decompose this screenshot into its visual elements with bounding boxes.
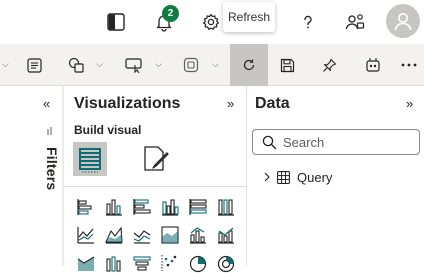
data-search-box[interactable] bbox=[252, 129, 420, 155]
fields-grid-icon bbox=[79, 148, 101, 173]
note-icon[interactable] bbox=[26, 44, 42, 86]
save-icon[interactable] bbox=[278, 44, 296, 86]
stacked-area-chart-icon[interactable] bbox=[132, 225, 152, 245]
paintbrush-page-icon bbox=[144, 146, 169, 171]
expand-visualizations-icon[interactable]: » bbox=[227, 96, 234, 111]
ribbon-chart-icon[interactable] bbox=[76, 253, 96, 273]
line-chart-icon[interactable] bbox=[76, 225, 96, 245]
100-percent-area-chart-icon[interactable] bbox=[160, 225, 180, 245]
build-visual-label: Build visual bbox=[74, 123, 142, 137]
data-pane: Data » Query bbox=[247, 86, 424, 266]
pie-chart-icon[interactable] bbox=[188, 253, 208, 273]
copilot-icon[interactable] bbox=[363, 44, 383, 86]
chevron-down-icon[interactable]: ⌵ bbox=[212, 59, 219, 70]
shapes-icon[interactable] bbox=[66, 44, 86, 86]
more-icon[interactable] bbox=[399, 44, 419, 86]
sidebar-toggle-icon[interactable] bbox=[104, 10, 128, 34]
gear-icon[interactable] bbox=[199, 10, 223, 34]
chevron-right-icon[interactable] bbox=[263, 172, 271, 182]
chevron-down-icon[interactable]: ⌵ bbox=[155, 59, 162, 70]
refresh-icon[interactable] bbox=[240, 44, 258, 86]
avatar[interactable] bbox=[386, 4, 420, 38]
line-and-stacked-column-icon[interactable] bbox=[188, 225, 208, 245]
visual-icon[interactable] bbox=[182, 44, 200, 86]
visualizations-pane: Visualizations » Build visual bbox=[64, 86, 247, 273]
clustered-column-chart-icon[interactable] bbox=[160, 197, 180, 217]
chevron-down-icon[interactable]: ⌵ bbox=[2, 59, 9, 70]
funnel-chart-icon[interactable] bbox=[132, 253, 152, 273]
buttons-icon[interactable] bbox=[124, 44, 144, 86]
collapse-filters-icon[interactable]: « bbox=[43, 96, 50, 111]
visualizations-title: Visualizations bbox=[74, 95, 181, 112]
scatter-chart-icon[interactable] bbox=[160, 253, 180, 273]
table-icon bbox=[277, 170, 290, 184]
area-chart-icon[interactable] bbox=[104, 225, 124, 245]
filter-funnel-icon bbox=[47, 127, 52, 135]
refresh-tooltip: Refresh bbox=[223, 2, 275, 32]
donut-chart-icon[interactable] bbox=[216, 253, 236, 273]
notification-badge: 2 bbox=[162, 5, 179, 22]
tree-item-label: Query bbox=[297, 169, 333, 185]
stacked-bar-chart-icon[interactable] bbox=[76, 197, 96, 217]
build-visual-tab[interactable] bbox=[73, 142, 107, 176]
100-percent-bar-chart-icon[interactable] bbox=[188, 197, 208, 217]
share-people-icon[interactable] bbox=[343, 10, 367, 34]
stacked-column-chart-icon[interactable] bbox=[104, 197, 124, 217]
100-percent-column-chart-icon[interactable] bbox=[216, 197, 236, 217]
filters-label[interactable]: Filters bbox=[36, 147, 60, 195]
top-bar: 2 bbox=[0, 0, 424, 44]
expand-data-icon[interactable]: » bbox=[406, 96, 413, 111]
chevron-down-icon[interactable]: ⌵ bbox=[96, 59, 103, 70]
viz-divider bbox=[64, 186, 246, 187]
format-visual-tab[interactable] bbox=[141, 144, 171, 174]
line-and-clustered-column-icon[interactable] bbox=[216, 225, 236, 245]
clustered-bar-chart-icon[interactable] bbox=[132, 197, 152, 217]
search-input[interactable] bbox=[283, 133, 413, 151]
tree-item-query[interactable]: Query bbox=[263, 167, 332, 187]
ribbon-toolbar: ⌵ ⌵ ⌵ ⌵ bbox=[0, 44, 424, 86]
pin-icon[interactable] bbox=[320, 44, 338, 86]
help-icon[interactable] bbox=[296, 10, 320, 34]
waterfall-chart-icon[interactable] bbox=[104, 253, 124, 273]
user-icon bbox=[394, 13, 412, 31]
search-icon bbox=[262, 135, 277, 150]
data-title: Data bbox=[255, 95, 290, 112]
